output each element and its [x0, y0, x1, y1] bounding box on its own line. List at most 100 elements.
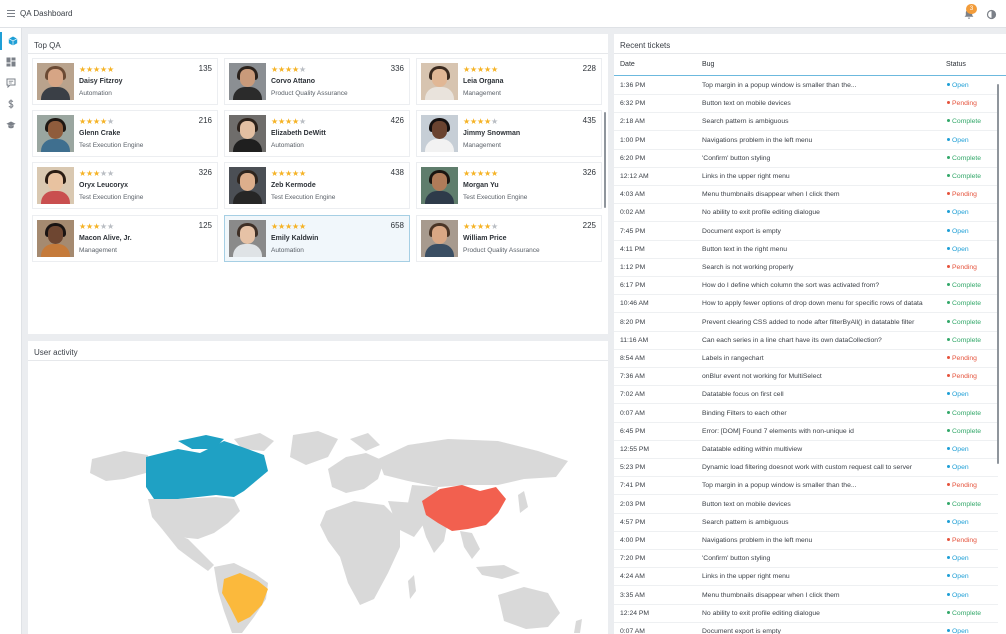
star-icon: ★	[85, 222, 93, 231]
qa-card[interactable]: ★★★★★ Jimmy Snowman Management 435	[416, 110, 602, 157]
ticket-row[interactable]: 4:11 PM Button text in the right menu Open	[614, 241, 998, 259]
ticket-row[interactable]: 0:07 AM Document export is empty Open	[614, 623, 998, 634]
ticket-row[interactable]: 4:00 PM Navigations problem in the left m…	[614, 532, 998, 550]
qa-card[interactable]: ★★★★★ Morgan Yu Test Execution Engine 326	[416, 162, 602, 209]
qa-card[interactable]: ★★★★★ Corvo Attano Product Quality Assuran…	[224, 58, 410, 105]
ticket-bug: Button text on mobile devices	[702, 500, 791, 508]
top-qa-panel: Top QA ★★★★★ Daisy Fitzroy Automation 135 ★★…	[28, 34, 608, 334]
ticket-status: Pending	[947, 264, 997, 271]
ticket-row[interactable]: 6:45 PM Error: [DOM] Found 7 elements wit…	[614, 423, 998, 441]
ticket-row[interactable]: 1:12 PM Search is not working properly Pen…	[614, 259, 998, 277]
nav-education[interactable]	[0, 116, 22, 134]
column-header-bug[interactable]: Bug	[702, 61, 714, 68]
ticket-bug: Top margin in a popup window is smaller …	[702, 482, 857, 490]
theme-toggle-icon[interactable]	[986, 9, 997, 20]
ticket-row[interactable]: 5:23 PM Dynamic load filtering doesnot wo…	[614, 459, 998, 478]
nav-finance[interactable]	[0, 95, 22, 113]
star-icon: ★	[483, 117, 491, 126]
ticket-status-label: Pending	[952, 100, 977, 108]
star-icon: ★	[476, 117, 484, 126]
qa-card[interactable]: ★★★★★ Elizabeth DeWitt Automation 426	[224, 110, 410, 157]
rating-stars: ★★★★★	[79, 169, 114, 178]
ticket-status-label: Open	[952, 209, 969, 217]
ticket-row[interactable]: 7:02 AM Datatable focus on first cell Open	[614, 386, 998, 405]
star-icon: ★	[476, 222, 484, 231]
ticket-row[interactable]: 10:46 AM How to apply fewer options of dr…	[614, 295, 998, 314]
ticket-row[interactable]: 4:03 AM Menu thumbnails disappear when I …	[614, 186, 998, 205]
ticket-row[interactable]: 2:03 PM Button text on mobile devices Comp…	[614, 496, 998, 514]
star-icon: ★	[79, 117, 86, 126]
ticket-row[interactable]: 8:20 PM Prevent clearing CSS added to nod…	[614, 314, 998, 332]
star-icon: ★	[469, 169, 477, 178]
ticket-row[interactable]: 11:16 AM Can each series in a line chart …	[614, 332, 998, 350]
avatar	[421, 63, 458, 100]
grid-icon	[6, 57, 16, 67]
ticket-row[interactable]: 7:36 AM onBlur event not working for Mult…	[614, 368, 998, 387]
tickets-scrollbar[interactable]	[997, 84, 999, 464]
nav-messages[interactable]	[0, 74, 22, 92]
top-qa-scrollbar[interactable]	[604, 112, 606, 208]
ticket-row[interactable]: 6:32 PM Button text on mobile devices Pend…	[614, 95, 998, 114]
qa-name: Elizabeth DeWitt	[271, 130, 326, 137]
qa-card[interactable]: ★★★★★ Leia Organa Management 228	[416, 58, 602, 105]
ticket-row[interactable]: 0:02 AM No ability to exit profile editin…	[614, 204, 998, 223]
ticket-row[interactable]: 0:07 AM Binding Filters to each other Comp…	[614, 405, 998, 423]
star-icon: ★	[483, 65, 491, 74]
qa-count: 435	[582, 116, 596, 125]
ticket-row[interactable]: 7:20 PM 'Confirm' button styling Open	[614, 550, 998, 569]
qa-card[interactable]: ★★★★★ Oryx Leucoryx Test Execution Engine 3…	[32, 162, 218, 209]
hamburger-menu-icon[interactable]	[7, 10, 15, 17]
star-icon: ★	[79, 65, 86, 74]
ticket-row[interactable]: 6:20 PM 'Confirm' button styling Complete	[614, 150, 998, 168]
star-icon: ★	[92, 65, 100, 74]
qa-role: Management	[79, 247, 117, 254]
nav-dashboard[interactable]	[0, 32, 22, 50]
qa-card[interactable]: ★★★★★ Glenn Crake Test Execution Engine 216	[32, 110, 218, 157]
ticket-bug: Dynamic load filtering doesnot work with…	[702, 464, 913, 472]
qa-card[interactable]: ★★★★★ Zeb Kermode Test Execution Engine 438	[224, 162, 410, 209]
ticket-row[interactable]: 6:17 PM How do I define which column the …	[614, 277, 998, 296]
column-header-status[interactable]: Status	[946, 61, 966, 68]
avatar	[421, 167, 458, 204]
rating-stars: ★★★★★	[271, 222, 306, 231]
star-icon: ★	[291, 222, 299, 231]
star-icon: ★	[490, 169, 498, 178]
ticket-row[interactable]: 7:41 PM Top margin in a popup window is s…	[614, 477, 998, 496]
star-icon: ★	[490, 222, 498, 231]
ticket-date: 4:11 PM	[620, 245, 645, 253]
ticket-row[interactable]: 4:57 PM Search pattern is ambiguous Open	[614, 514, 998, 532]
star-icon: ★	[291, 65, 299, 74]
qa-card[interactable]: ★★★★★ Macon Alive, Jr. Management 125	[32, 215, 218, 262]
nav-widgets[interactable]	[0, 53, 22, 71]
ticket-row[interactable]: 3:35 AM Menu thumbnails disappear when I …	[614, 587, 998, 605]
ticket-bug: How to apply fewer options of drop down …	[702, 300, 923, 308]
ticket-row[interactable]: 12:55 PM Datatable editing within multivi…	[614, 441, 998, 459]
avatar	[229, 167, 266, 204]
ticket-row[interactable]: 7:45 PM Document export is empty Open	[614, 223, 998, 241]
ticket-row[interactable]: 12:12 AM Links in the upper right menu Com…	[614, 168, 998, 186]
star-icon: ★	[483, 222, 491, 231]
status-dot-icon	[947, 283, 950, 287]
ticket-row[interactable]: 1:00 PM Navigations problem in the left m…	[614, 132, 998, 150]
column-header-date[interactable]: Date	[620, 61, 635, 68]
qa-name: Glenn Crake	[79, 130, 121, 137]
star-icon: ★	[463, 222, 470, 231]
qa-role: Product Quality Assurance	[463, 247, 540, 254]
star-icon: ★	[284, 117, 292, 126]
ticket-row[interactable]: 1:36 PM Top margin in a popup window is s…	[614, 77, 998, 95]
qa-card[interactable]: ★★★★★ William Price Product Quality Assura…	[416, 215, 602, 262]
ticket-date: 8:20 PM	[620, 318, 646, 326]
star-icon: ★	[298, 222, 306, 231]
ticket-row[interactable]: 2:18 AM Search pattern is ambiguous Comple…	[614, 113, 998, 132]
status-dot-icon	[947, 265, 950, 268]
ticket-row[interactable]: 4:24 AM Links in the upper right menu Open	[614, 568, 998, 587]
ticket-status-label: Pending	[952, 373, 977, 381]
qa-card[interactable]: ★★★★★ Emily Kaldwin Automation 658	[224, 215, 410, 262]
ticket-row[interactable]: 8:54 AM Labels in rangechart Pending	[614, 350, 998, 368]
qa-card[interactable]: ★★★★★ Daisy Fitzroy Automation 135	[32, 58, 218, 105]
ticket-status: Complete	[947, 610, 997, 617]
status-dot-icon	[947, 246, 950, 250]
ticket-row[interactable]: 12:24 PM No ability to exit profile editi…	[614, 605, 998, 623]
ticket-status: Pending	[947, 482, 997, 489]
world-map[interactable]	[28, 361, 608, 633]
